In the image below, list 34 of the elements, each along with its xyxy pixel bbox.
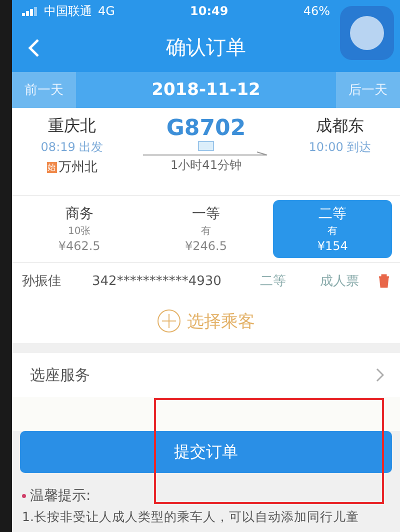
passenger-name: 孙振佳 (22, 273, 62, 290)
tip-text: 1.长按非受让人成人类型的乘车人，可以自动添加同行儿童 (22, 509, 360, 526)
origin-badge: 始 (46, 162, 56, 172)
arrival-time: 10:00 到达 (308, 139, 372, 156)
signal-icon (22, 6, 38, 16)
ticket-icon (198, 141, 214, 151)
page-title: 确认订单 (166, 34, 246, 60)
select-passenger-button[interactable]: 选择乘客 (12, 299, 400, 343)
submit-order-button[interactable]: 提交订单 (20, 431, 392, 473)
seat-service-row[interactable]: 选座服务 (12, 353, 400, 397)
next-day-button[interactable]: 后一天 (336, 72, 400, 108)
train-number: G8702 (166, 116, 246, 141)
chevron-right-icon (376, 368, 384, 382)
carrier-name: 中国联通 (44, 2, 92, 20)
ticket-type: 成人票 (320, 273, 360, 290)
origin-station: 万州北 (58, 159, 98, 176)
arrival-station: 成都东 (316, 116, 364, 137)
bullet-icon (22, 494, 26, 498)
departure-station: 重庆北 (48, 116, 96, 137)
previous-day-button[interactable]: 前一天 (12, 72, 76, 108)
network-type: 4G (98, 4, 115, 18)
battery-level: 46% (303, 4, 330, 18)
passenger-id: 342***********4930 (92, 274, 222, 288)
departure-time: 08:19 出发 (40, 139, 104, 156)
trip-duration: 1小时41分钟 (170, 157, 242, 174)
tips-title: 温馨提示: (30, 487, 91, 505)
clock-time: 10:49 (189, 4, 230, 18)
plus-circle-icon (157, 309, 181, 333)
passenger-seat: 二等 (260, 272, 320, 290)
back-icon[interactable] (28, 38, 40, 58)
travel-date: 2018-11-12 (150, 79, 262, 102)
seat-class-option[interactable]: 二等 有 ¥154 (273, 200, 392, 258)
floating-assist-button[interactable] (340, 6, 394, 60)
trash-icon[interactable] (378, 274, 390, 288)
